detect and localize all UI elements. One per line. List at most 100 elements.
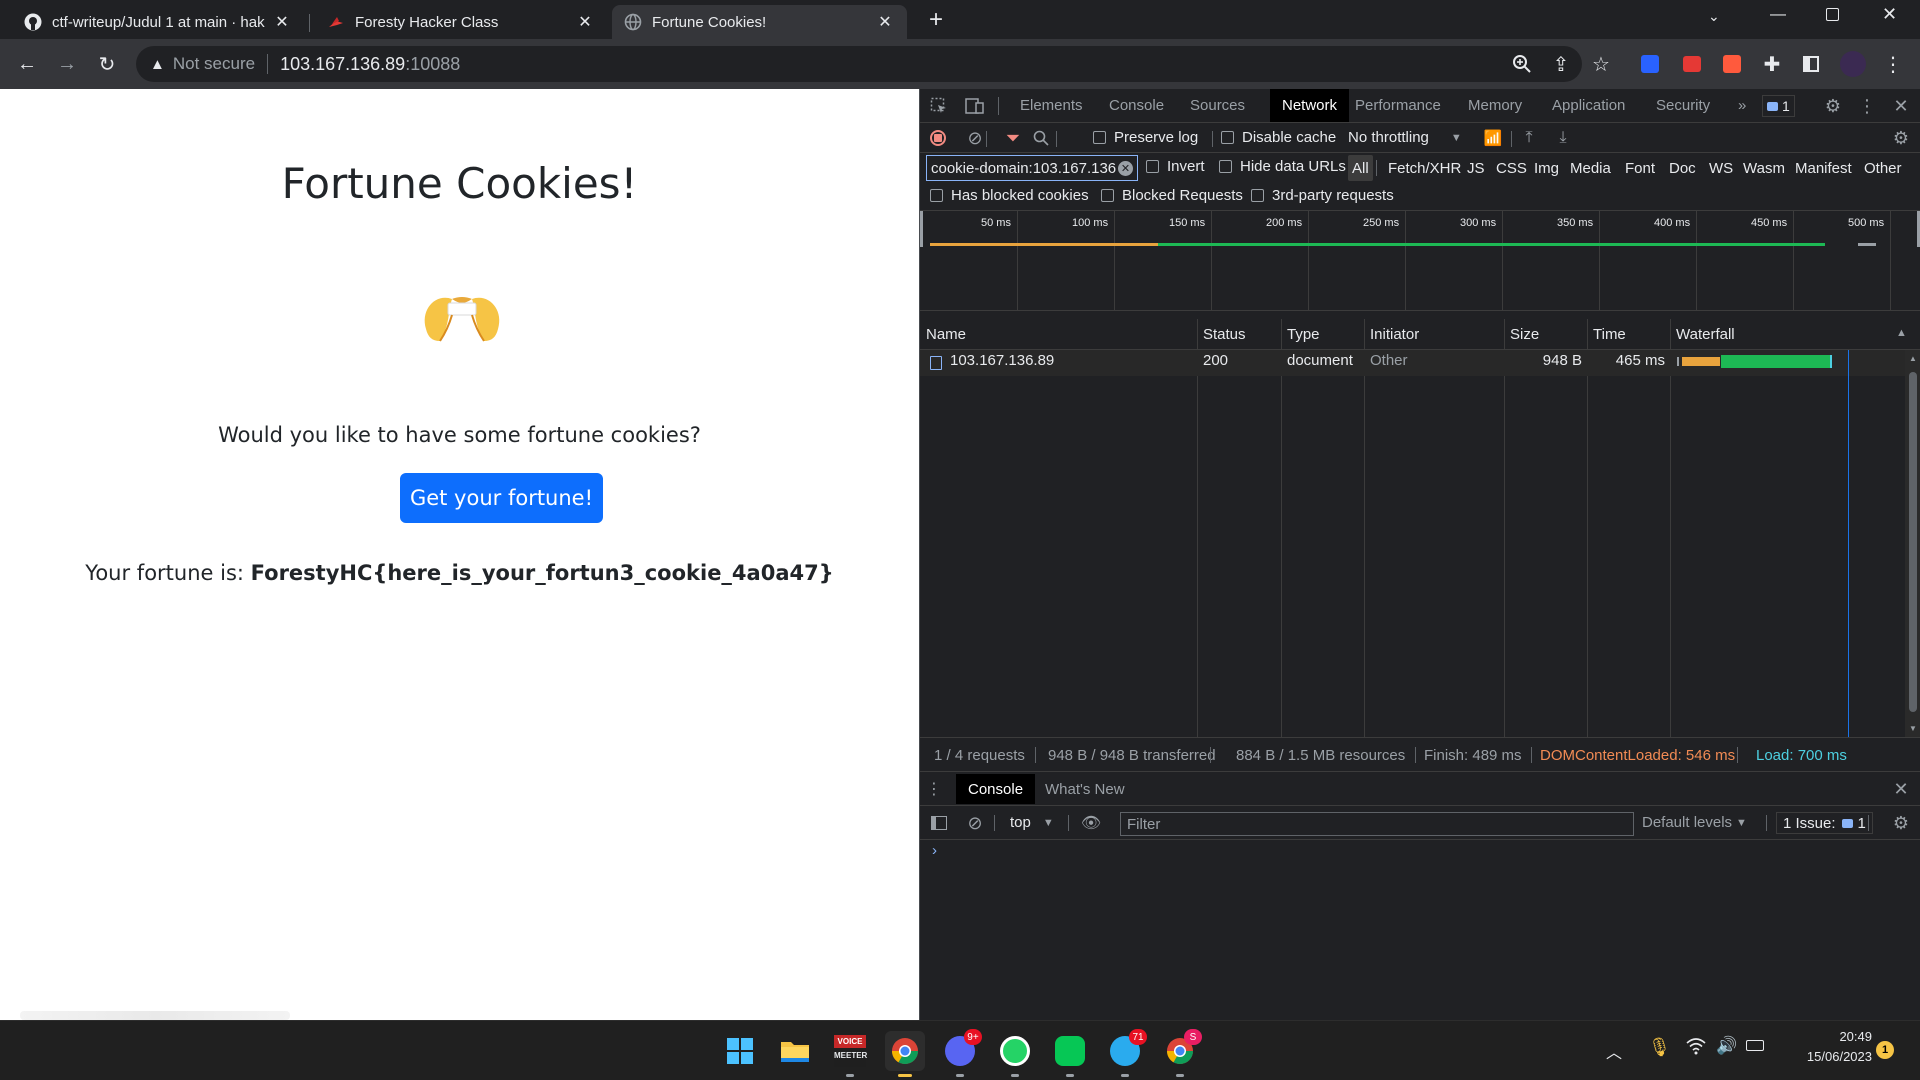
console-prompt-icon[interactable]: ›: [932, 842, 937, 859]
close-tab-icon[interactable]: ✕: [575, 12, 595, 32]
chrome-profile-icon[interactable]: S: [1160, 1029, 1202, 1077]
file-explorer-icon[interactable]: [775, 1031, 815, 1071]
type-filter-other[interactable]: Other: [1864, 155, 1902, 181]
type-filter-all[interactable]: All: [1348, 155, 1373, 181]
column-header-status[interactable]: Status: [1203, 326, 1246, 343]
whatsapp-icon[interactable]: [995, 1031, 1035, 1077]
new-tab-button[interactable]: +: [922, 6, 950, 36]
checkbox[interactable]: [1146, 160, 1159, 173]
volume-icon[interactable]: 🔊: [1716, 1036, 1737, 1056]
close-devtools-icon[interactable]: ✕: [1890, 95, 1912, 117]
import-har-icon[interactable]: ⤒: [1518, 127, 1540, 149]
get-fortune-button[interactable]: Get your fortune!: [400, 473, 603, 523]
checkbox[interactable]: [1093, 131, 1106, 144]
tab-elements[interactable]: Elements: [1020, 89, 1083, 122]
restore-icon[interactable]: [1826, 8, 1839, 21]
checkbox[interactable]: [1219, 160, 1232, 173]
export-har-icon[interactable]: ⤓: [1552, 127, 1574, 149]
notification-badge[interactable]: 1: [1876, 1041, 1894, 1059]
clock-date[interactable]: 15/06/2023: [1772, 1049, 1872, 1064]
zoom-icon[interactable]: [1504, 39, 1540, 89]
table-row[interactable]: 103.167.136.89 200 document Other 948 B …: [920, 350, 1905, 376]
tab-memory[interactable]: Memory: [1468, 89, 1522, 122]
reload-icon[interactable]: ↻: [89, 39, 125, 89]
device-toolbar-icon[interactable]: [964, 95, 986, 117]
tab-ctf-writeup[interactable]: ctf-writeup/Judul 1 at main · hak ✕: [12, 5, 304, 39]
invert-checkbox[interactable]: Invert: [1146, 158, 1205, 175]
inspect-element-icon[interactable]: [928, 95, 950, 117]
side-panel-icon[interactable]: [1793, 39, 1829, 89]
voicemeeter-icon[interactable]: VOICE MEETER: [830, 1031, 870, 1077]
extension-icon[interactable]: [1674, 39, 1710, 89]
telegram-icon[interactable]: 71: [1105, 1029, 1147, 1077]
column-header-waterfall[interactable]: Waterfall: [1676, 326, 1735, 343]
type-filter-fetch-xhr[interactable]: Fetch/XHR: [1388, 155, 1461, 181]
throttling-select[interactable]: No throttling ▼: [1348, 129, 1462, 146]
wifi-icon[interactable]: [1686, 1037, 1706, 1060]
scrollbar-thumb[interactable]: [1909, 372, 1917, 712]
log-levels-select[interactable]: Default levels ▼: [1642, 814, 1747, 831]
settings-gear-icon[interactable]: ⚙: [1822, 95, 1844, 117]
tab-fortune-cookies[interactable]: Fortune Cookies! ✕: [612, 5, 907, 39]
checkbox[interactable]: [930, 189, 943, 202]
scroll-down-icon[interactable]: ▼: [1909, 724, 1917, 733]
puzzle-icon[interactable]: ✚: [1754, 39, 1790, 89]
scroll-up-icon[interactable]: ▲: [1909, 354, 1917, 363]
clear-filter-icon[interactable]: ✕: [1118, 161, 1133, 176]
blocked-requests-checkbox[interactable]: Blocked Requests: [1101, 187, 1243, 204]
address-bar[interactable]: ▲ Not secure 103.167.136.89:10088: [136, 46, 1582, 82]
menu-kebab-icon[interactable]: ⋮: [1875, 39, 1911, 89]
tab-performance[interactable]: Performance: [1355, 89, 1441, 122]
extension-icon[interactable]: [1714, 39, 1750, 89]
column-header-name[interactable]: Name: [926, 326, 966, 343]
clear-console-icon[interactable]: ⊘: [964, 812, 986, 834]
sort-arrow-icon[interactable]: ▲: [1896, 327, 1907, 339]
column-header-type[interactable]: Type: [1287, 326, 1320, 343]
column-header-time[interactable]: Time: [1593, 326, 1626, 343]
drawer-menu-icon[interactable]: ⋮: [924, 778, 944, 800]
close-drawer-icon[interactable]: ✕: [1890, 778, 1912, 800]
tab-sources[interactable]: Sources: [1190, 89, 1245, 122]
microphone-icon[interactable]: 🎙: [1648, 1037, 1671, 1058]
close-window-icon[interactable]: ✕: [1882, 4, 1897, 25]
issues-badge[interactable]: 1: [1762, 95, 1795, 117]
line-icon[interactable]: [1050, 1031, 1090, 1077]
drawer-tab-whats-new[interactable]: What's New: [1045, 774, 1125, 804]
tab-application[interactable]: Application: [1552, 89, 1625, 122]
context-select[interactable]: top ▼: [1010, 814, 1054, 831]
more-options-icon[interactable]: ⋮: [1856, 95, 1878, 117]
windows-start-icon[interactable]: [720, 1031, 760, 1071]
tab-security[interactable]: Security: [1656, 89, 1710, 122]
show-hidden-icons-icon[interactable]: ︿: [1606, 1039, 1622, 1063]
forward-icon[interactable]: →: [49, 39, 85, 89]
column-header-size[interactable]: Size: [1510, 326, 1539, 343]
clock-time[interactable]: 20:49: [1772, 1029, 1872, 1044]
tab-network[interactable]: Network: [1270, 89, 1350, 122]
tab-search-icon[interactable]: ⌄: [1708, 8, 1720, 25]
network-conditions-icon[interactable]: 📶: [1482, 127, 1504, 149]
type-filter-manifest[interactable]: Manifest: [1795, 155, 1852, 181]
type-filter-media[interactable]: Media: [1570, 155, 1611, 181]
type-filter-ws[interactable]: WS: [1709, 155, 1733, 181]
console-issues-button[interactable]: 1 Issue: 1: [1776, 812, 1873, 834]
request-name[interactable]: 103.167.136.89: [950, 352, 1054, 369]
checkbox[interactable]: [1221, 131, 1234, 144]
battery-icon[interactable]: [1746, 1040, 1764, 1051]
close-tab-icon[interactable]: ✕: [875, 12, 895, 32]
extension-icon[interactable]: [1632, 39, 1668, 89]
security-label[interactable]: Not secure: [173, 54, 255, 74]
chrome-icon[interactable]: [885, 1031, 925, 1077]
discord-icon[interactable]: 9+: [940, 1029, 982, 1077]
search-icon[interactable]: [1030, 127, 1052, 149]
has-blocked-cookies-checkbox[interactable]: Has blocked cookies: [930, 187, 1089, 204]
type-filter-wasm[interactable]: Wasm: [1743, 155, 1785, 181]
type-filter-css[interactable]: CSS: [1496, 155, 1527, 181]
filter-icon[interactable]: ⏷: [1002, 127, 1024, 149]
console-input[interactable]: [948, 842, 1908, 866]
scrollbar[interactable]: ▲ ▼: [1905, 350, 1920, 737]
overview-handle-left[interactable]: [920, 211, 923, 247]
avatar[interactable]: [1835, 39, 1871, 89]
type-filter-js[interactable]: JS: [1467, 155, 1485, 181]
back-icon[interactable]: ←: [9, 39, 45, 89]
type-filter-font[interactable]: Font: [1625, 155, 1655, 181]
